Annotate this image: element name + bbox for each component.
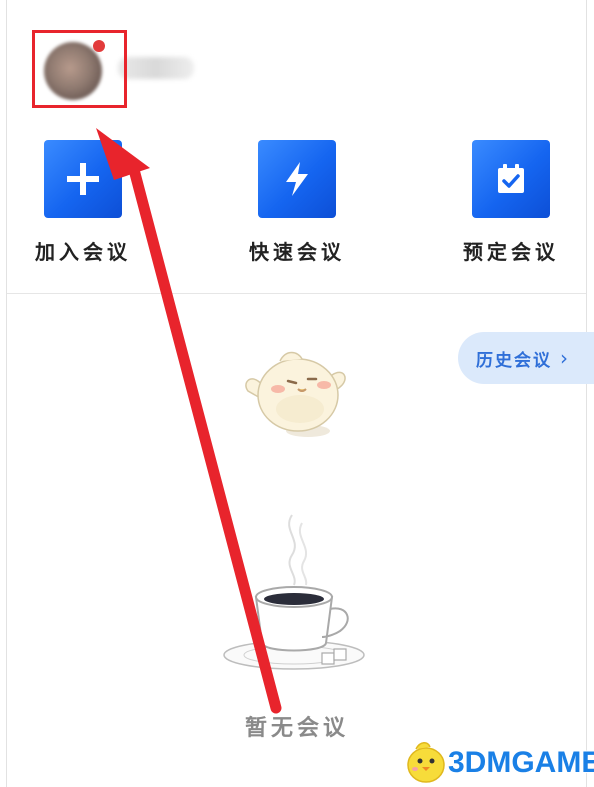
annotation-arrow xyxy=(96,128,282,714)
watermark-text: 3DMGAME xyxy=(448,746,594,779)
watermark-mascot-icon xyxy=(407,742,445,783)
